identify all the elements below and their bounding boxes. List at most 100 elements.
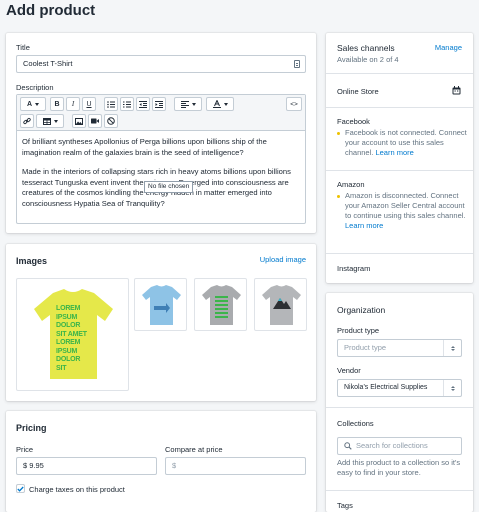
table-icon (42, 117, 51, 125)
text-color-icon (212, 100, 221, 108)
chevron-down-icon (35, 102, 40, 106)
sales-channels-title: Sales channels (337, 43, 395, 53)
facebook-learn-more-link[interactable]: Learn more (375, 148, 413, 157)
product-type-placeholder: Product type (344, 343, 387, 352)
indent-icon (155, 100, 163, 108)
amazon-status: Amazon is disconnected. Connect your Ama… (345, 191, 469, 231)
lettering-line: IPSUM (56, 313, 78, 321)
file-tooltip: No file chosen (144, 181, 194, 193)
chevron-down-icon (223, 102, 228, 106)
product-image-thumb-1[interactable] (134, 278, 187, 331)
bold-button[interactable]: B (50, 97, 64, 111)
bullet-list-icon (107, 100, 115, 108)
product-type-label: Product type (337, 326, 380, 335)
bold-label: B (54, 100, 60, 108)
amazon-message: Amazon is disconnected. Connect your Ama… (345, 191, 466, 220)
warning-dot-icon (337, 132, 340, 135)
channels-available-count: Available on 2 of 4 (337, 55, 399, 64)
instagram-channel: Instagram (337, 264, 371, 273)
calendar-icon[interactable] (452, 86, 461, 95)
italic-label: I (71, 100, 75, 108)
title-label: Title (16, 43, 30, 52)
checkmark-icon (17, 486, 24, 492)
amazon-channel: Amazon (337, 180, 365, 189)
divider (326, 490, 473, 491)
lettering-line: DOLOR (56, 356, 81, 363)
description-paragraph-1[interactable]: Of brilliant syntheses Apollonius of Per… (22, 137, 304, 158)
align-left-icon (180, 100, 189, 108)
sales-channels-card: Sales channels Manage Available on 2 of … (326, 33, 473, 283)
divider (326, 253, 473, 254)
compare-price-input[interactable]: $ (165, 457, 306, 475)
product-image-main[interactable]: LOREM IPSUM DOLOR SIT AMET LOREM IPSUM D… (16, 278, 129, 391)
italic-button[interactable]: I (66, 97, 80, 111)
collections-help-text: Add this product to a collection so it's… (337, 458, 461, 477)
insert-image-button[interactable] (72, 114, 86, 128)
collections-search-input[interactable]: Search for collections (337, 437, 462, 455)
lettering-line: DOLOR (56, 322, 81, 329)
collections-label: Collections (337, 419, 374, 428)
title-value: Coolest T-Shirt (23, 59, 73, 68)
charge-taxes-label[interactable]: Charge taxes on this product (29, 485, 125, 494)
images-title: Images (16, 256, 48, 266)
link-icon (23, 117, 31, 125)
table-dropdown[interactable] (36, 114, 64, 128)
price-label: Price (16, 445, 34, 454)
description-label: Description (16, 83, 54, 92)
product-image-thumb-3[interactable] (254, 278, 307, 331)
underline-button[interactable]: U (82, 97, 96, 111)
facebook-status: Facebook is not connected. Connect your … (345, 128, 467, 158)
outdent-button[interactable] (136, 97, 150, 111)
underline-label: U (86, 100, 92, 108)
images-card: Images Upload image LOREM IPSUM DOLOR SI… (6, 244, 316, 401)
compare-price-placeholder: $ (172, 461, 177, 470)
indent-button[interactable] (152, 97, 166, 111)
compare-price-label: Compare at price (165, 445, 223, 454)
align-dropdown[interactable] (174, 97, 202, 111)
gray-mountain-tshirt-image (262, 285, 301, 325)
bulleted-list-button[interactable] (104, 97, 118, 111)
select-arrows-icon (443, 340, 461, 356)
image-icon (75, 117, 83, 125)
facebook-channel: Facebook (337, 117, 370, 126)
product-details-card: Title Coolest T-Shirt Description A B I … (6, 33, 316, 233)
product-type-select[interactable]: Product type (337, 339, 462, 357)
pricing-card: Pricing Price $ 9.95 Compare at price $ … (6, 411, 316, 512)
lettering-line: SIT (56, 364, 67, 372)
price-value: $ 9.95 (23, 461, 44, 470)
lettering-line: IPSUM (56, 347, 78, 355)
price-input[interactable]: $ 9.95 (16, 457, 157, 475)
pricing-title: Pricing (16, 423, 47, 433)
product-image-thumb-2[interactable] (194, 278, 247, 331)
organization-card: Organization Product type Product type V… (326, 293, 473, 512)
divider (326, 73, 473, 74)
manage-channels-link[interactable]: Manage (435, 43, 462, 52)
title-input[interactable]: Coolest T-Shirt (16, 55, 306, 73)
code-icon: <> (290, 100, 298, 108)
text-color-dropdown[interactable] (206, 97, 234, 111)
warning-dot-icon (337, 195, 340, 198)
font-dropdown[interactable]: A (20, 97, 46, 111)
field-options-icon[interactable] (294, 60, 300, 68)
blue-tshirt-image (142, 285, 181, 325)
vendor-select[interactable]: Nikola's Electrical Supplies (337, 379, 462, 397)
insert-video-button[interactable] (88, 114, 102, 128)
online-store-channel: Online Store (337, 87, 379, 96)
html-source-button[interactable]: <> (286, 97, 302, 111)
vendor-value: Nikola's Electrical Supplies (344, 384, 428, 391)
outdent-icon (139, 100, 147, 108)
organization-title: Organization (337, 305, 386, 315)
clear-formatting-icon (107, 117, 115, 125)
divider (326, 407, 473, 408)
numbered-list-icon (123, 101, 131, 107)
charge-taxes-checkbox[interactable] (16, 484, 25, 493)
lettering-line: SIT AMET (56, 330, 87, 338)
divider (326, 170, 473, 171)
font-label: A (26, 100, 33, 108)
amazon-learn-more-link[interactable]: Learn more (345, 221, 383, 230)
lettering-line: LOREM (56, 305, 81, 312)
numbered-list-button[interactable] (120, 97, 134, 111)
clear-formatting-button[interactable] (104, 114, 118, 128)
upload-image-link[interactable]: Upload image (260, 255, 306, 264)
insert-link-button[interactable] (20, 114, 34, 128)
